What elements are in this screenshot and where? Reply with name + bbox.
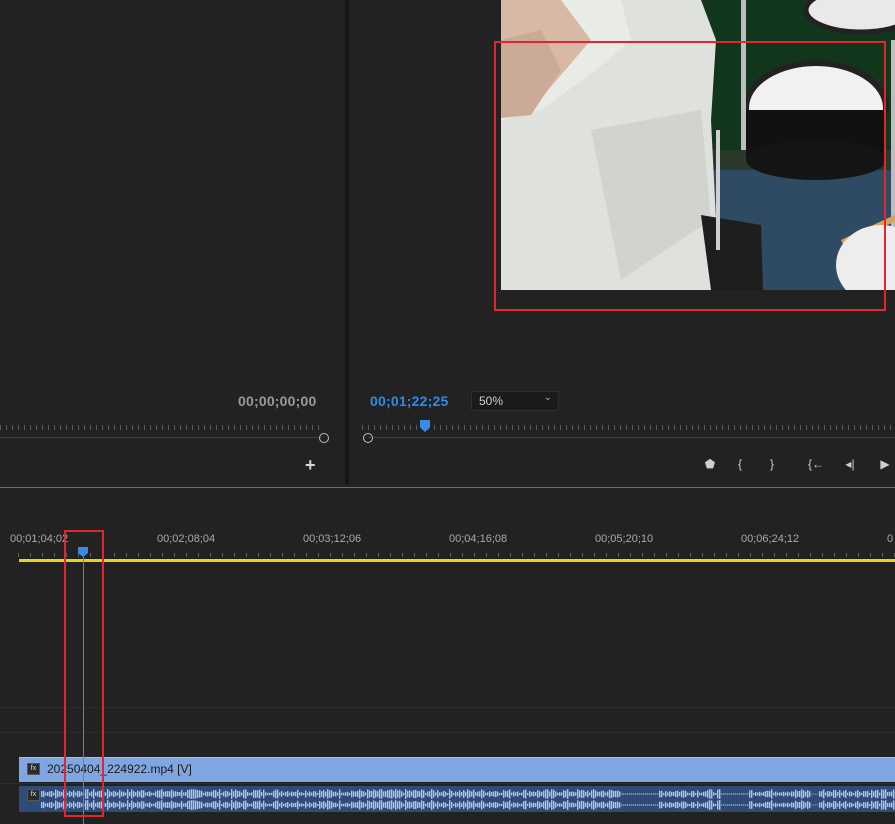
- work-area-bar[interactable]: [19, 559, 895, 562]
- program-scrub-track[interactable]: [368, 437, 895, 438]
- highlight-box-video: [494, 41, 886, 311]
- fx-badge-icon[interactable]: fx: [27, 789, 40, 801]
- video-clip[interactable]: fx 20250404_224922.mp4 [V]: [19, 757, 895, 782]
- mark-in-icon: {: [737, 457, 742, 471]
- timeline-ruler-label: 00;02;08;04: [157, 533, 216, 545]
- source-scrub-track[interactable]: [0, 437, 322, 438]
- track-separator: [0, 707, 895, 708]
- track-separator: [0, 783, 895, 784]
- play-icon: ▶: [880, 457, 890, 471]
- timeline-ruler-label: 00;04;16;08: [449, 533, 508, 545]
- timeline-time-ruler[interactable]: [18, 549, 895, 557]
- zoom-select-value: 50%: [479, 394, 504, 408]
- go-to-in-icon: {←: [807, 457, 824, 471]
- step-back-button[interactable]: ◂|: [840, 456, 860, 472]
- program-timecode[interactable]: 00;01;22;25: [370, 393, 448, 409]
- timeline-ruler-label: 00;05;20;10: [595, 533, 654, 545]
- go-to-in-button[interactable]: {←: [806, 456, 826, 472]
- zoom-select[interactable]: 50% ⌄: [471, 391, 559, 411]
- play-button[interactable]: ▶: [875, 456, 895, 472]
- mark-out-icon: }: [769, 457, 774, 471]
- transport-controls: ⬟ {} {← ◂| ▶: [690, 455, 895, 473]
- timeline-ruler-label: 00;06;24;12: [741, 533, 800, 545]
- mark-in-button[interactable]: {: [730, 456, 750, 472]
- track-separator: [0, 732, 895, 733]
- fx-badge-icon[interactable]: fx: [27, 763, 40, 775]
- source-end-handle[interactable]: [319, 433, 329, 443]
- marker-icon: ⬟: [704, 457, 716, 471]
- audio-waveform: [41, 789, 895, 810]
- plus-icon[interactable]: +: [305, 455, 316, 476]
- source-monitor: [0, 0, 345, 484]
- add-marker-button[interactable]: ⬟: [700, 456, 720, 472]
- timeline-ruler-label: 0: [887, 533, 894, 545]
- source-timecode[interactable]: 00;00;00;00: [238, 393, 316, 409]
- mark-out-button[interactable]: }: [762, 456, 782, 472]
- chevron-down-icon: ⌄: [543, 392, 552, 403]
- program-start-handle[interactable]: [363, 433, 373, 443]
- timeline-ruler-label: 00;01;04;02: [10, 533, 69, 545]
- timeline-ruler-label: 00;03;12;06: [303, 533, 362, 545]
- audio-clip[interactable]: fx: [19, 786, 895, 812]
- step-back-icon: ◂|: [845, 457, 855, 471]
- highlight-box-playhead: [64, 530, 104, 817]
